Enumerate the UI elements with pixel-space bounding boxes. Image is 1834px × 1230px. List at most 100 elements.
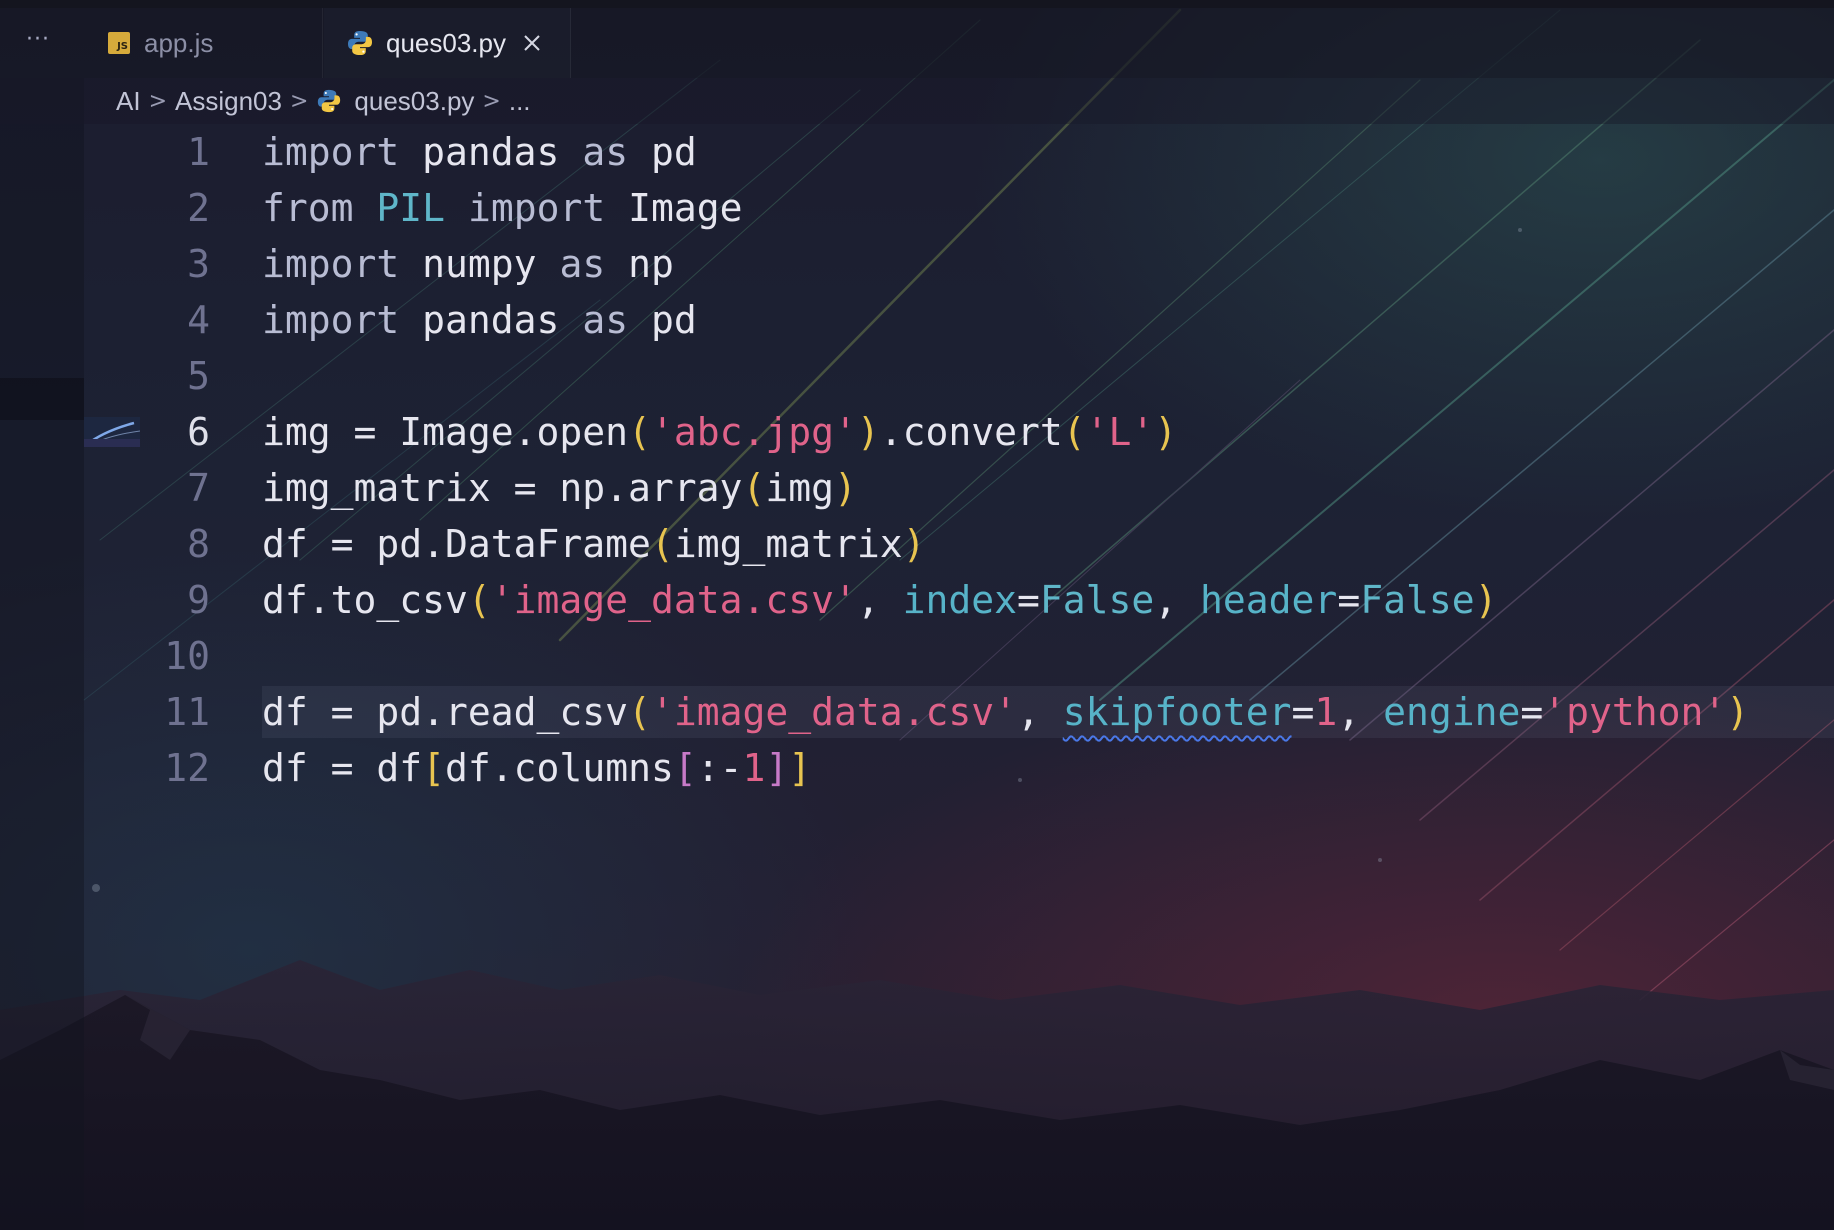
python-file-icon [348, 31, 372, 55]
code-text: df = df[df.columns[:-1]] [262, 740, 811, 796]
tab-label: app.js [144, 27, 214, 58]
code-token: ( [628, 690, 651, 734]
code-token: df.columns [445, 746, 674, 790]
code-token: as [582, 298, 629, 342]
code-token: = [1291, 690, 1315, 734]
code-text: img = Image.open('abc.jpg').convert('L') [262, 404, 1177, 460]
code-token: ( [742, 466, 766, 510]
code-line[interactable]: 6 img = Image.open('abc.jpg').convert('L'… [84, 404, 1834, 460]
line-number: 4 [187, 298, 210, 342]
code-token: import [262, 130, 400, 174]
code-token: as [559, 242, 606, 286]
line-number: 12 [164, 746, 210, 790]
code-token: df = pd.read_csv [262, 690, 629, 734]
code-token: df = df [262, 746, 423, 790]
breadcrumb-item-file[interactable]: ques03.py [354, 86, 474, 117]
code-line[interactable]: 10 [84, 628, 1834, 684]
editor-window: ··· JS app.js ques03.py AI > Assign03 > [0, 0, 1834, 1230]
line-number: 1 [187, 130, 210, 174]
breadcrumb-separator: > [148, 88, 168, 114]
code-text: img_matrix = np.array(img) [262, 460, 857, 516]
python-file-icon [318, 89, 341, 113]
code-text: import pandas as pd [262, 124, 697, 180]
line-number: 11 [164, 690, 210, 734]
code-token: ) [902, 522, 926, 566]
code-token: , [856, 578, 903, 622]
line-number: 5 [187, 354, 210, 398]
code-line[interactable]: 1 import pandas as pd [84, 124, 1834, 180]
tab-ques03-py[interactable]: ques03.py [324, 8, 571, 78]
more-actions-button[interactable]: ··· [18, 28, 58, 56]
code-token: as [582, 130, 629, 174]
code-token: Image [605, 186, 743, 230]
line-number: 10 [164, 634, 210, 678]
code-token: img = Image.open [262, 410, 629, 454]
code-token: , [1337, 690, 1384, 734]
code-line[interactable]: 4 import pandas as pd [84, 292, 1834, 348]
code-token: , [1154, 578, 1201, 622]
code-text: df = pd.read_csv('image_data.csv', skipf… [262, 684, 1749, 740]
code-token: 'image_data.csv' [650, 690, 1017, 734]
code-token: import [262, 242, 400, 286]
line-number: 3 [187, 242, 210, 286]
close-icon[interactable] [522, 33, 542, 53]
code-line[interactable]: 2 from PIL import Image [84, 180, 1834, 236]
code-token: ] [788, 746, 812, 790]
line-number: 8 [187, 522, 210, 566]
breadcrumb-item-symbols[interactable]: ... [509, 86, 531, 117]
code-line[interactable]: 12 df = df[df.columns[:-1]] [84, 740, 1834, 796]
code-token: [ [422, 746, 446, 790]
code-line[interactable]: 8 df = pd.DataFrame(img_matrix) [84, 516, 1834, 572]
breadcrumb-item-ai[interactable]: AI [116, 86, 141, 117]
code-token: img_matrix [673, 522, 903, 566]
code-token: , [1016, 690, 1063, 734]
code-token: ) [1474, 578, 1498, 622]
code-text: df = pd.DataFrame(img_matrix) [262, 516, 926, 572]
code-token: from [262, 186, 354, 230]
code-line[interactable]: 5 [84, 348, 1834, 404]
code-token: 'abc.jpg' [650, 410, 857, 454]
breadcrumb: AI > Assign03 > ques03.py > ... [0, 78, 1834, 124]
code-token: numpy [399, 242, 560, 286]
code-token: index [902, 578, 1017, 622]
code-token: 'L' [1085, 410, 1155, 454]
code-token: ) [856, 410, 880, 454]
activity-bar-indicator [0, 378, 84, 420]
code-token: False [1360, 578, 1475, 622]
code-token: = [1017, 578, 1040, 622]
code-editor[interactable]: 1 import pandas as pd 2 from PIL import Ima… [84, 124, 1834, 1230]
code-token: 'image_data.csv' [490, 578, 857, 622]
code-token: np [605, 242, 674, 286]
code-token: .convert [879, 410, 1063, 454]
tab-bar: ··· JS app.js ques03.py [0, 8, 1834, 78]
breadcrumb-separator: > [289, 88, 309, 114]
code-token: skipfooter [1062, 690, 1292, 734]
code-token: pd [628, 130, 697, 174]
code-token: ( [650, 522, 674, 566]
tab-label: ques03.py [386, 27, 506, 58]
code-token: pandas [399, 298, 583, 342]
code-token: ) [1726, 690, 1750, 734]
code-token: img [765, 466, 834, 510]
code-token: df = pd.DataFrame [262, 522, 651, 566]
code-token: PIL [376, 186, 446, 230]
breadcrumb-separator: > [482, 88, 501, 114]
code-token: 1 [742, 746, 766, 790]
code-token: pandas [399, 130, 583, 174]
code-line[interactable]: 9 df.to_csv('image_data.csv', index=False… [84, 572, 1834, 628]
code-token: ( [1062, 410, 1086, 454]
code-line[interactable]: 3 import numpy as np [84, 236, 1834, 292]
code-token: :- [696, 746, 743, 790]
code-line[interactable]: 11 df = pd.read_csv('image_data.csv', ski… [84, 684, 1834, 740]
code-token: ( [628, 410, 651, 454]
code-line[interactable]: 7 img_matrix = np.array(img) [84, 460, 1834, 516]
tab-app-js[interactable]: JS app.js [92, 8, 323, 78]
code-token: df.to_csv [262, 578, 468, 622]
breadcrumb-item-assign03[interactable]: Assign03 [175, 86, 282, 117]
code-token: ( [467, 578, 491, 622]
code-token: import [467, 186, 606, 230]
line-number: 6 [187, 410, 210, 454]
code-text: import pandas as pd [262, 292, 697, 348]
